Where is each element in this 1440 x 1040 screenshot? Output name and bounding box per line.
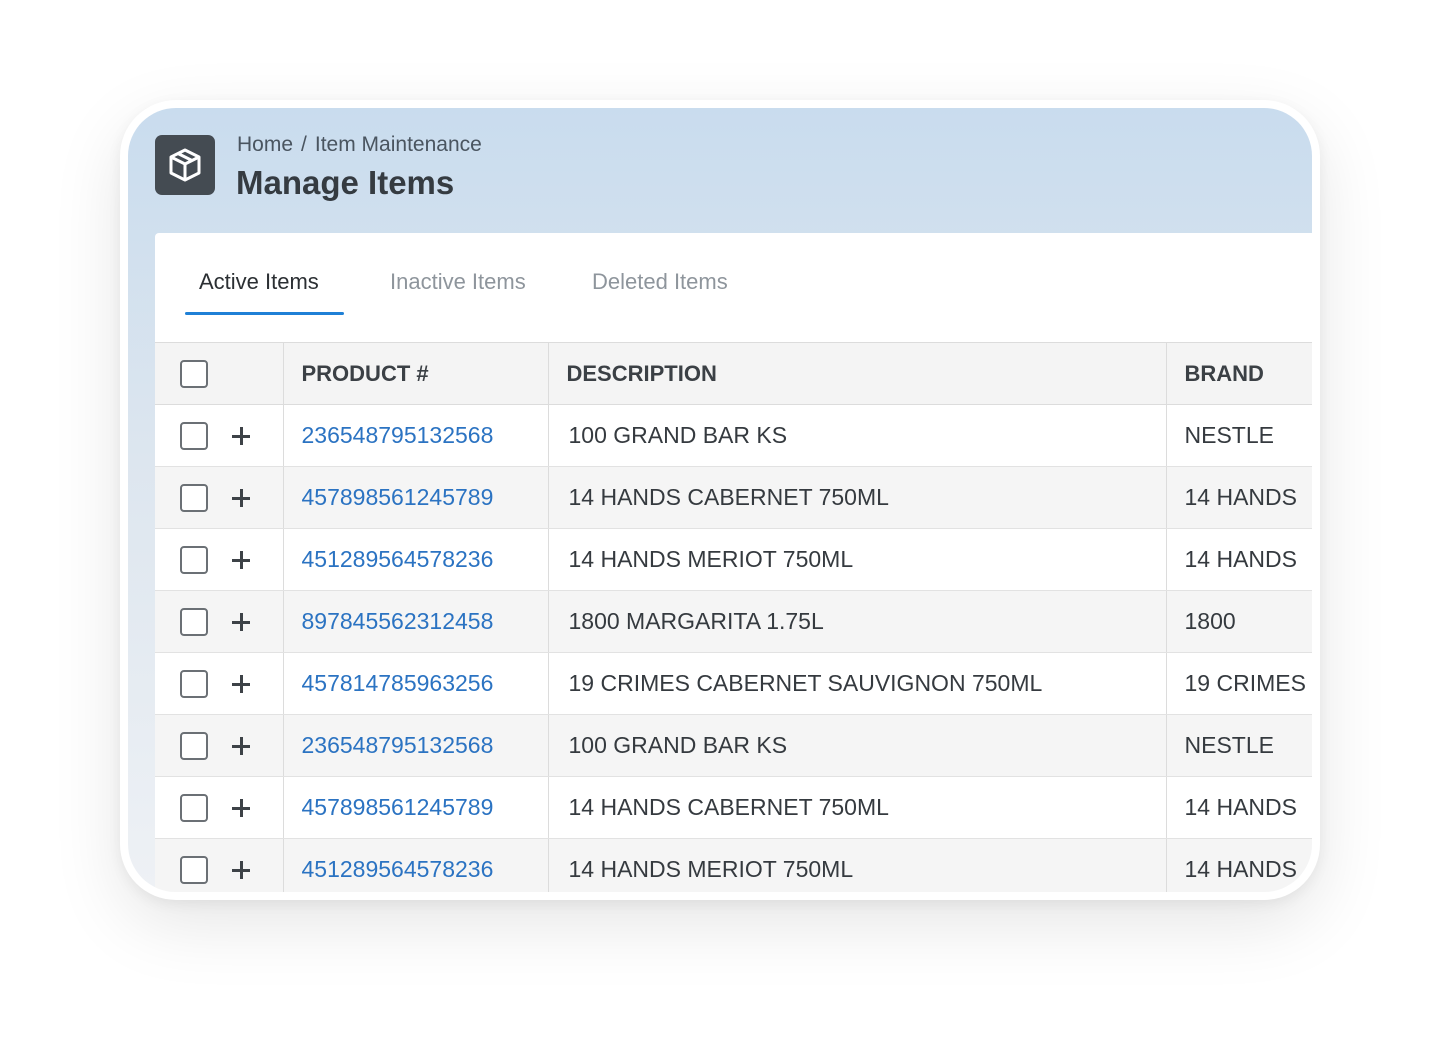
breadcrumb-home-link[interactable]: Home <box>237 133 293 156</box>
brand-cell: 14 HANDS <box>1165 776 1312 839</box>
table-row: 451289564578236 14 HANDS MERIOT 750ML 14 H… <box>155 528 1312 591</box>
expand-plus-icon[interactable] <box>230 549 252 571</box>
tab-inactive-items[interactable]: Inactive Items <box>390 269 526 295</box>
row-select-cell <box>155 776 283 839</box>
row-checkbox[interactable] <box>180 607 208 636</box>
page-title: Manage Items <box>236 164 455 201</box>
row-select-cell <box>155 466 283 529</box>
row-select-cell <box>155 590 283 653</box>
column-header-product[interactable]: PRODUCT # <box>282 342 548 405</box>
product-number-cell: 457898561245789 <box>282 466 548 529</box>
expand-plus-icon[interactable] <box>230 611 252 633</box>
items-table: PRODUCT # DESCRIPTION BRAND 236548795132… <box>155 342 1312 892</box>
row-select-cell <box>155 838 283 892</box>
tab-active-items[interactable]: Active Items <box>199 269 319 295</box>
row-checkbox[interactable] <box>180 421 208 450</box>
row-checkbox[interactable] <box>180 731 208 760</box>
description-cell: 1800 MARGARITA 1.75L <box>547 590 1166 653</box>
product-number-cell: 451289564578236 <box>282 528 548 591</box>
breadcrumb-current: Item Maintenance <box>314 133 482 156</box>
brand-cell: 1800 <box>1165 590 1312 653</box>
brand-cell: 19 CRIMES <box>1165 652 1312 715</box>
select-all-cell <box>155 342 283 405</box>
product-number-cell: 457814785963256 <box>282 652 548 715</box>
row-select-cell <box>155 652 283 715</box>
description-cell: 14 HANDS MERIOT 750ML <box>547 838 1166 892</box>
table-row: 457814785963256 19 CRIMES CABERNET SAUVIG… <box>155 652 1312 715</box>
table-row: 451289564578236 14 HANDS MERIOT 750ML 14 H… <box>155 838 1312 892</box>
row-checkbox[interactable] <box>180 545 208 574</box>
description-cell: 19 CRIMES CABERNET SAUVIGNON 750ML <box>547 652 1166 715</box>
tab-bar: Active Items Inactive Items Deleted Item… <box>155 233 1312 343</box>
product-number-cell: 897845562312458 <box>282 590 548 653</box>
product-number-cell: 236548795132568 <box>282 404 548 467</box>
breadcrumb: Home / Item Maintenance <box>237 133 482 157</box>
select-all-checkbox[interactable] <box>180 359 208 388</box>
brand-cell: 14 HANDS <box>1165 528 1312 591</box>
active-tab-indicator <box>185 312 344 315</box>
product-number-cell: 451289564578236 <box>282 838 548 892</box>
table-row: 236548795132568 100 GRAND BAR KS NESTLE <box>155 404 1312 467</box>
product-number-link[interactable]: 236548795132568 <box>302 422 494 448</box>
row-checkbox[interactable] <box>180 483 208 512</box>
package-box-icon <box>155 135 215 195</box>
breadcrumb-separator: / <box>301 133 307 156</box>
description-cell: 14 HANDS CABERNET 750ML <box>547 466 1166 529</box>
brand-cell: 14 HANDS <box>1165 838 1312 892</box>
brand-cell: NESTLE <box>1165 404 1312 467</box>
row-checkbox[interactable] <box>180 855 208 884</box>
product-number-cell: 457898561245789 <box>282 776 548 839</box>
description-cell: 100 GRAND BAR KS <box>547 404 1166 467</box>
row-select-cell <box>155 528 283 591</box>
product-number-cell: 236548795132568 <box>282 714 548 777</box>
column-header-description[interactable]: DESCRIPTION <box>547 342 1166 405</box>
expand-plus-icon[interactable] <box>230 735 252 757</box>
device-frame: Home / Item Maintenance Manage Items Activ… <box>120 100 1320 900</box>
product-number-link[interactable]: 236548795132568 <box>302 732 494 758</box>
description-cell: 14 HANDS MERIOT 750ML <box>547 528 1166 591</box>
description-cell: 14 HANDS CABERNET 750ML <box>547 776 1166 839</box>
page-header: Home / Item Maintenance Manage Items <box>128 108 1312 233</box>
expand-plus-icon[interactable] <box>230 859 252 881</box>
row-select-cell <box>155 714 283 777</box>
table-row: 457898561245789 14 HANDS CABERNET 750ML 14… <box>155 776 1312 839</box>
row-checkbox[interactable] <box>180 669 208 698</box>
table-row: 236548795132568 100 GRAND BAR KS NESTLE <box>155 714 1312 777</box>
product-number-link[interactable]: 457814785963256 <box>302 670 494 696</box>
expand-plus-icon[interactable] <box>230 425 252 447</box>
product-number-link[interactable]: 451289564578236 <box>302 856 494 882</box>
items-card: Active Items Inactive Items Deleted Item… <box>155 233 1312 892</box>
brand-cell: NESTLE <box>1165 714 1312 777</box>
expand-plus-icon[interactable] <box>230 487 252 509</box>
app-screen: Home / Item Maintenance Manage Items Activ… <box>128 108 1312 892</box>
brand-cell: 14 HANDS <box>1165 466 1312 529</box>
row-checkbox[interactable] <box>180 793 208 822</box>
table-row: 457898561245789 14 HANDS CABERNET 750ML 14… <box>155 466 1312 529</box>
product-number-link[interactable]: 897845562312458 <box>302 608 494 634</box>
product-number-link[interactable]: 451289564578236 <box>302 546 494 572</box>
product-number-link[interactable]: 457898561245789 <box>302 484 494 510</box>
product-number-link[interactable]: 457898561245789 <box>302 794 494 820</box>
table-header-row: PRODUCT # DESCRIPTION BRAND <box>155 342 1312 405</box>
expand-plus-icon[interactable] <box>230 797 252 819</box>
column-header-brand[interactable]: BRAND <box>1165 342 1312 405</box>
expand-plus-icon[interactable] <box>230 673 252 695</box>
row-select-cell <box>155 404 283 467</box>
table-row: 897845562312458 1800 MARGARITA 1.75L 1800 <box>155 590 1312 653</box>
description-cell: 100 GRAND BAR KS <box>547 714 1166 777</box>
tab-deleted-items[interactable]: Deleted Items <box>592 269 728 295</box>
